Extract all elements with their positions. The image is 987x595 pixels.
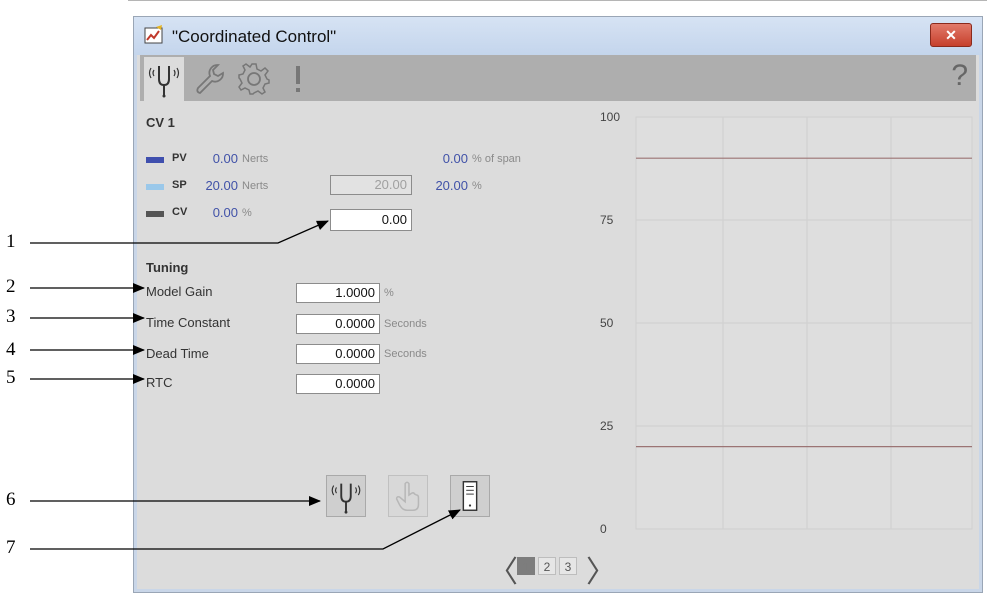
tab-maintenance[interactable]	[190, 59, 230, 99]
pv-span-value: 0.00	[442, 151, 468, 166]
model-gain-input[interactable]: 1.0000	[296, 283, 380, 303]
faceplate-window: "Coordinated Control" ✕ ? CV 1 PV 0.00 N…	[133, 16, 983, 593]
manual-mode-button[interactable]	[388, 475, 428, 517]
close-button[interactable]: ✕	[930, 23, 972, 47]
tab-operator[interactable]	[144, 57, 184, 101]
tab-engineering[interactable]	[234, 59, 274, 99]
callout-6: 6	[6, 489, 16, 510]
chart-y-tick-label: 0	[600, 522, 607, 536]
pv-unit: Nerts	[242, 153, 269, 165]
time-constant-unit: Seconds	[384, 318, 427, 330]
operator-mode-button[interactable]	[326, 475, 366, 517]
tab-diagnostics[interactable]	[278, 59, 318, 99]
callout-2: 2	[6, 276, 16, 297]
tab-toolbar: ?	[140, 55, 976, 101]
exclamation-icon	[296, 66, 300, 92]
background-edge	[128, 0, 987, 11]
help-icon[interactable]: ?	[951, 59, 968, 93]
tuning-title: Tuning	[146, 260, 189, 275]
pv-span-unit: % of span	[472, 153, 521, 165]
callout-7: 7	[6, 537, 16, 558]
pv-value: 0.00	[212, 151, 238, 166]
window-title: "Coordinated Control"	[172, 27, 337, 46]
sp-percent-unit: %	[472, 180, 482, 192]
chart-y-tick-label: 100	[600, 110, 620, 124]
prev-page-icon[interactable]: 〈	[488, 547, 518, 591]
page-1[interactable]: 1	[517, 557, 535, 575]
sp-input[interactable]: 20.00	[330, 175, 412, 195]
wrench-icon	[196, 64, 224, 94]
tuning-fork-icon	[148, 66, 180, 98]
next-page-icon[interactable]: 〉	[586, 547, 616, 591]
trend-chart: 100 75 50 25 0	[600, 110, 973, 536]
sp-swatch	[146, 184, 164, 190]
callout-4: 4	[6, 339, 16, 360]
cv-swatch	[146, 211, 164, 217]
tuning-fork-icon	[331, 483, 361, 514]
model-gain-unit: %	[384, 287, 394, 299]
time-constant-input[interactable]: 0.0000	[296, 314, 380, 334]
callout-1: 1	[6, 231, 16, 252]
computer-tower-icon	[462, 481, 478, 511]
faceplate-app-icon	[144, 25, 163, 44]
dead-time-input[interactable]: 0.0000	[296, 344, 380, 364]
cv-input[interactable]: 0.00	[330, 209, 412, 231]
time-constant-label: Time Constant	[146, 315, 231, 330]
cv-section-title: CV 1	[146, 115, 175, 130]
cv-label: CV	[172, 206, 188, 218]
sp-value: 20.00	[205, 178, 238, 193]
pv-label: PV	[172, 152, 187, 164]
rtc-label: RTC	[146, 375, 173, 390]
gear-icon	[238, 63, 270, 95]
chart-y-tick-label: 25	[600, 419, 614, 433]
sp-percent-value: 20.00	[435, 178, 468, 193]
hand-icon	[395, 481, 420, 512]
sp-unit: Nerts	[242, 180, 269, 192]
chart-y-tick-label: 75	[600, 213, 614, 227]
program-mode-button[interactable]	[450, 475, 490, 517]
cv-value: 0.00	[212, 205, 238, 220]
page-2[interactable]: 2	[538, 557, 556, 575]
pv-swatch	[146, 157, 164, 163]
rtc-input[interactable]: 0.0000	[296, 374, 380, 394]
callout-3: 3	[6, 306, 16, 327]
dead-time-unit: Seconds	[384, 348, 427, 360]
callout-5: 5	[6, 367, 16, 388]
model-gain-label: Model Gain	[146, 284, 213, 299]
sp-label: SP	[172, 179, 187, 191]
chart-y-tick-label: 50	[600, 316, 614, 330]
cv-unit: %	[242, 207, 252, 219]
dead-time-label: Dead Time	[146, 346, 209, 361]
page-3[interactable]: 3	[559, 557, 577, 575]
title-bar: "Coordinated Control" ✕	[134, 17, 982, 55]
